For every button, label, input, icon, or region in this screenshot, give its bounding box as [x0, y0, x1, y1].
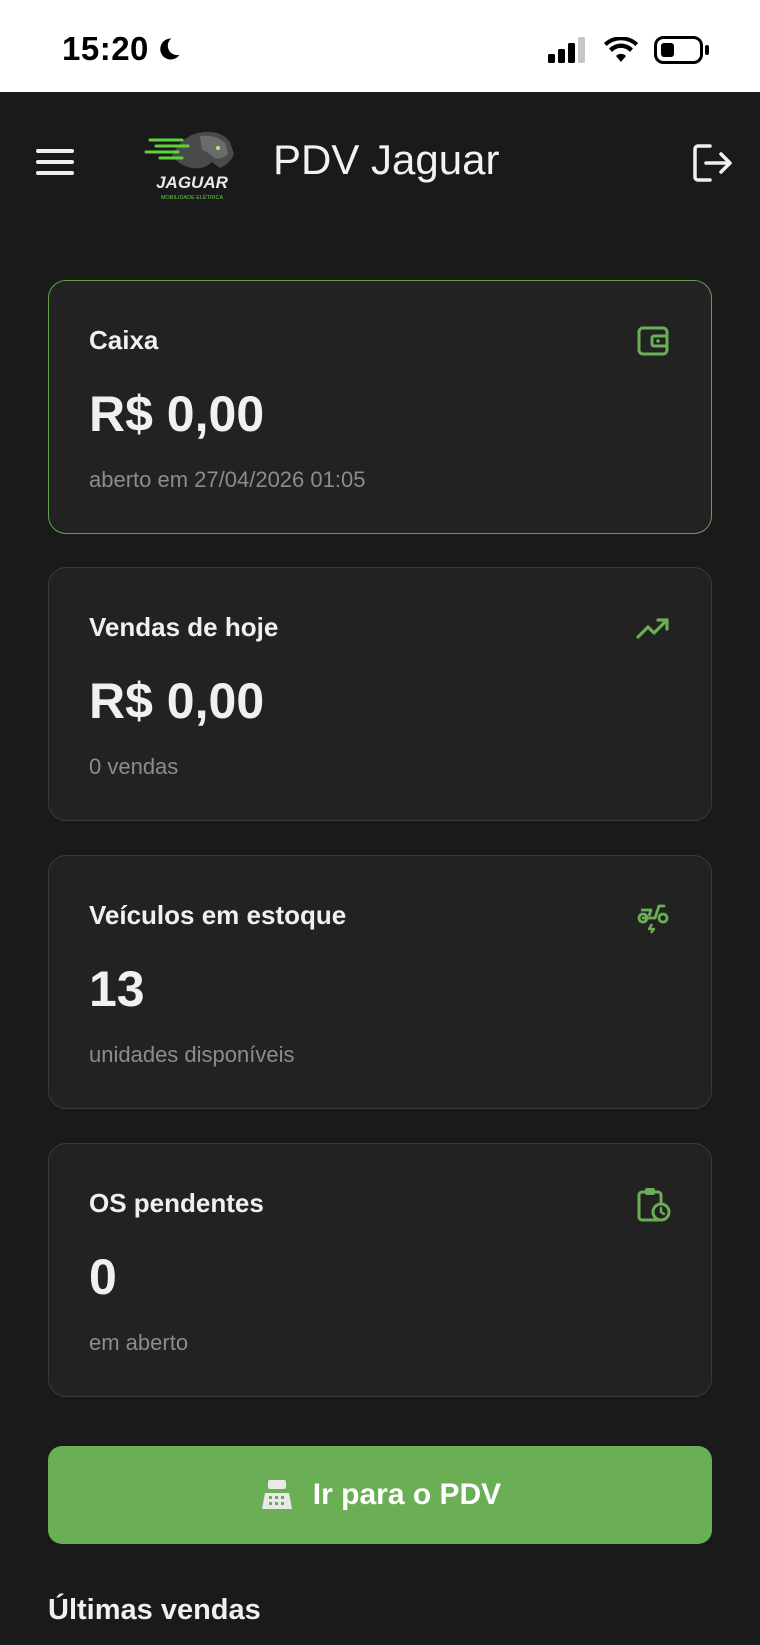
- card-value: 0: [89, 1249, 117, 1305]
- app-title: PDV Jaguar: [273, 136, 500, 183]
- recent-sales-title: Últimas vendas: [48, 1594, 261, 1626]
- logo-subtext: MOBILIDADE ELÉTRICA: [161, 194, 224, 201]
- card-subtitle: unidades disponíveis: [89, 1042, 295, 1067]
- electric-scooter-icon: [637, 904, 669, 934]
- app-bar: JAGUAR MOBILIDADE ELÉTRICA PDV Jaguar: [0, 92, 760, 232]
- card-title: Veículos em estoque: [89, 900, 347, 930]
- card-value: R$ 0,00: [89, 673, 265, 729]
- card-title: Caixa: [89, 325, 159, 355]
- wallet-icon: [637, 326, 669, 356]
- card-title: OS pendentes: [89, 1188, 264, 1218]
- logout-icon[interactable]: [692, 143, 734, 183]
- moon-icon: [160, 38, 180, 60]
- cta-label: Ir para o PDV: [312, 1478, 502, 1511]
- go-to-pdv-button[interactable]: Ir para o PDV: [48, 1446, 712, 1544]
- card-value: 13: [89, 961, 145, 1017]
- menu-icon[interactable]: [36, 147, 74, 177]
- cash-register-icon: [261, 1480, 292, 1509]
- battery-icon: [654, 36, 709, 64]
- vehicles-stock-card[interactable]: Veículos em estoque 13 unidades disponív…: [48, 855, 712, 1109]
- status-icons: [548, 36, 710, 64]
- card-subtitle: aberto em 27/04/2026 01:05: [89, 467, 366, 492]
- card-subtitle: 0 vendas: [89, 754, 179, 779]
- jaguar-logo: JAGUAR MOBILIDADE ELÉTRICA: [144, 131, 234, 201]
- logo-text: JAGUAR: [156, 173, 229, 192]
- status-time-text: 15:20: [62, 30, 149, 67]
- wifi-icon: [604, 37, 638, 62]
- status-time: 15:20: [62, 30, 183, 68]
- status-bar: 15:20: [0, 0, 760, 92]
- clipboard-clock-icon: [637, 1188, 671, 1222]
- sales-today-card[interactable]: Vendas de hoje R$ 0,00 0 vendas: [48, 567, 712, 821]
- signal-icon: [548, 37, 585, 63]
- card-subtitle: em aberto: [89, 1330, 189, 1355]
- cash-card[interactable]: Caixa R$ 0,00 aberto em 27/04/2026 01:05: [48, 280, 712, 534]
- trending-up-icon: [636, 618, 669, 639]
- pending-orders-card[interactable]: OS pendentes 0 em aberto: [48, 1143, 712, 1397]
- card-title: Vendas de hoje: [89, 612, 279, 642]
- card-value: R$ 0,00: [89, 386, 265, 442]
